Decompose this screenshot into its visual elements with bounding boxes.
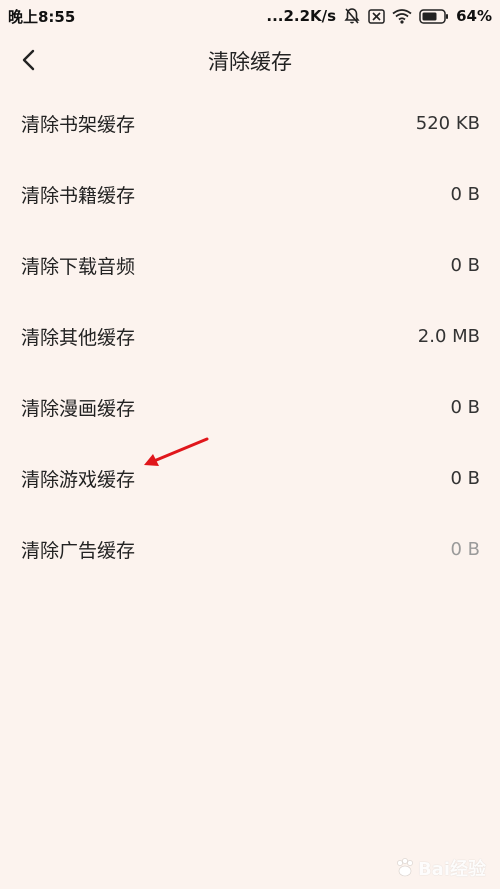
watermark: Bai经验 xyxy=(394,855,486,881)
clear-books-cache-row[interactable]: 清除书籍缓存 0 B xyxy=(0,159,500,230)
row-value: 0 B xyxy=(450,539,480,560)
row-label: 清除漫画缓存 xyxy=(21,398,136,420)
row-value: 520 KB xyxy=(415,113,480,134)
page-title: 清除缓存 xyxy=(208,50,292,74)
row-label: 清除书架缓存 xyxy=(21,114,136,136)
watermark-text: Bai经验 xyxy=(417,859,486,880)
wifi-icon xyxy=(392,9,412,24)
row-label: 清除其他缓存 xyxy=(21,327,136,349)
row-value: 0 B xyxy=(450,468,480,489)
no-sim-icon xyxy=(368,8,385,24)
row-label: 清除游戏缓存 xyxy=(21,469,136,491)
row-value: 0 B xyxy=(450,397,480,418)
row-value: 0 B xyxy=(450,255,480,276)
status-icons: ...2.2K/s 64% xyxy=(266,7,492,25)
row-label: 清除下载音频 xyxy=(21,256,136,278)
clear-comics-cache-row[interactable]: 清除漫画缓存 0 B xyxy=(0,372,500,443)
battery-percent: 64% xyxy=(456,7,492,25)
network-speed: ...2.2K/s xyxy=(266,7,337,25)
clear-downloaded-audio-row[interactable]: 清除下载音频 0 B xyxy=(0,230,500,301)
clear-games-cache-row[interactable]: 清除游戏缓存 0 B xyxy=(0,443,500,514)
clear-bookshelf-cache-row[interactable]: 清除书架缓存 520 KB xyxy=(0,88,500,159)
row-value: 0 B xyxy=(450,184,480,205)
header: 清除缓存 xyxy=(0,32,500,88)
row-label: 清除书籍缓存 xyxy=(21,185,136,207)
status-time: 晚上8:55 xyxy=(8,7,76,26)
mute-bell-icon xyxy=(344,8,360,24)
cache-list: 清除书架缓存 520 KB 清除书籍缓存 0 B 清除下载音频 0 B 清除其他… xyxy=(0,88,500,585)
clear-ads-cache-row[interactable]: 清除广告缓存 0 B xyxy=(0,514,500,585)
battery-icon xyxy=(419,8,449,24)
row-label: 清除广告缓存 xyxy=(21,540,136,562)
row-value: 2.0 MB xyxy=(417,326,480,347)
clear-other-cache-row[interactable]: 清除其他缓存 2.0 MB xyxy=(0,301,500,372)
status-bar: 晚上8:55 ...2.2K/s 64% xyxy=(0,0,500,32)
paw-logo-icon xyxy=(397,858,413,877)
annotation-arrow-icon xyxy=(144,437,209,466)
